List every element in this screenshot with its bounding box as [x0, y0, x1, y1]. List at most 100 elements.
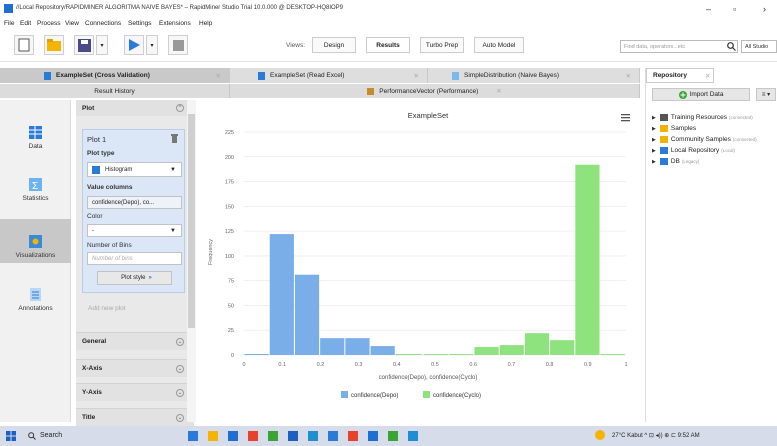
- repository-menu-button[interactable]: ≡ ▾: [756, 88, 776, 101]
- general-section[interactable]: General ⌄: [76, 332, 194, 350]
- menu-connections[interactable]: Connections: [85, 20, 121, 27]
- search-scope-dropdown[interactable]: All Studio: [741, 40, 777, 53]
- repository-item[interactable]: ▶ Community Samples (connected): [652, 136, 757, 143]
- menu-process[interactable]: Process: [37, 20, 60, 27]
- title-section[interactable]: Title ⌄: [76, 408, 194, 426]
- panel-scrollbar[interactable]: [187, 100, 196, 422]
- menu-file[interactable]: File: [4, 20, 14, 27]
- nav-annotations[interactable]: Annotations: [0, 272, 71, 316]
- taskbar-app-icon[interactable]: [228, 431, 238, 441]
- taskbar-app-icon[interactable]: [288, 431, 298, 441]
- histogram-bar[interactable]: [524, 333, 550, 355]
- expand-arrow-icon[interactable]: ▶: [652, 148, 656, 154]
- windows-start-icon[interactable]: [6, 431, 16, 441]
- import-data-button[interactable]: Import Data: [652, 88, 750, 101]
- view-results[interactable]: Results: [366, 37, 410, 53]
- taskbar-app-icon[interactable]: [208, 431, 218, 441]
- tab-simpledistribution[interactable]: SimpleDistribution (Naive Bayes) ✕: [428, 68, 640, 83]
- close-button[interactable]: ›: [763, 4, 766, 14]
- close-tab-icon[interactable]: ✕: [626, 72, 631, 80]
- taskbar-app-icon[interactable]: [308, 431, 318, 441]
- taskbar-app-icon[interactable]: [188, 431, 198, 441]
- expand-arrow-icon[interactable]: ▶: [652, 159, 656, 165]
- view-turbo-prep[interactable]: Turbo Prep: [420, 37, 464, 53]
- new-process-button[interactable]: [14, 35, 34, 55]
- menu-view[interactable]: View: [65, 20, 79, 27]
- nav-data[interactable]: Data: [0, 110, 71, 154]
- histogram-bar[interactable]: [269, 234, 294, 355]
- close-tab-icon[interactable]: ✕: [216, 72, 221, 80]
- menu-help[interactable]: Help: [199, 20, 212, 27]
- plot-section-header[interactable]: Plot ⌃: [76, 100, 194, 116]
- expand-icon[interactable]: ⌄: [176, 337, 184, 346]
- collapse-icon[interactable]: ⌃: [176, 104, 184, 112]
- repository-item[interactable]: ▶ Training Resources (connected): [652, 114, 753, 121]
- run-dropdown[interactable]: ▾: [146, 35, 158, 55]
- menu-edit[interactable]: Edit: [20, 20, 31, 27]
- maximize-button[interactable]: ▫: [733, 4, 736, 14]
- trash-icon[interactable]: [171, 134, 178, 143]
- color-select[interactable]: - ▼: [87, 224, 182, 237]
- histogram-bar[interactable]: [320, 338, 345, 355]
- histogram-bar[interactable]: [600, 354, 625, 355]
- taskbar-app-icon[interactable]: [268, 431, 278, 441]
- expand-icon[interactable]: ⌄: [176, 388, 184, 397]
- view-design[interactable]: Design: [312, 37, 356, 53]
- close-tab-icon[interactable]: ✕: [414, 72, 419, 80]
- expand-icon[interactable]: ⌄: [176, 413, 184, 422]
- repository-item[interactable]: ▶ DB (Legacy): [652, 158, 699, 165]
- histogram-bar[interactable]: [550, 340, 575, 355]
- view-auto-model[interactable]: Auto Model: [474, 37, 524, 53]
- histogram-bar[interactable]: [424, 354, 449, 355]
- nav-statistics[interactable]: Σ Statistics: [0, 162, 71, 206]
- search-icon[interactable]: [28, 432, 36, 440]
- tab-exampleset-read-excel[interactable]: ExampleSet (Read Excel) ✕: [230, 68, 428, 83]
- taskbar-app-icon[interactable]: [368, 431, 378, 441]
- tab-repository[interactable]: Repository ✕: [646, 68, 714, 83]
- menu-extensions[interactable]: Extensions: [159, 20, 191, 27]
- taskbar-app-icon[interactable]: [388, 431, 398, 441]
- minimize-button[interactable]: –: [706, 4, 711, 14]
- nav-visualizations[interactable]: Visualizations: [0, 219, 71, 263]
- repository-item[interactable]: ▶ Samples: [652, 125, 698, 132]
- expand-arrow-icon[interactable]: ▶: [652, 137, 656, 143]
- expand-icon[interactable]: ⌄: [176, 364, 184, 373]
- stop-button[interactable]: [168, 35, 188, 55]
- legend-label-depo[interactable]: confidence(Depo): [351, 393, 398, 399]
- plot-type-select[interactable]: Histogram ▼: [87, 162, 182, 177]
- taskbar-app-icon[interactable]: [348, 431, 358, 441]
- add-new-plot-link[interactable]: Add new plot: [88, 305, 126, 312]
- weather-icon[interactable]: [595, 430, 605, 440]
- histogram-bar[interactable]: [244, 354, 269, 355]
- legend-label-cyclo[interactable]: confidence(Cyclo): [433, 393, 481, 399]
- menu-settings[interactable]: Settings: [128, 20, 152, 27]
- taskbar-app-icon[interactable]: [408, 431, 418, 441]
- global-search-input[interactable]: Find data, operators...etc: [620, 40, 738, 53]
- expand-arrow-icon[interactable]: ▶: [652, 126, 656, 132]
- histogram-bar[interactable]: [575, 164, 600, 355]
- taskbar-app-icon[interactable]: [248, 431, 258, 441]
- close-tab-icon[interactable]: ✕: [496, 87, 501, 95]
- histogram-bar[interactable]: [449, 354, 474, 355]
- expand-arrow-icon[interactable]: ▶: [652, 115, 656, 121]
- taskbar-search[interactable]: Search: [40, 432, 62, 439]
- y-axis-section[interactable]: Y-Axis ⌄: [76, 383, 194, 401]
- plot-style-button[interactable]: Plot style »: [97, 271, 172, 285]
- repository-item[interactable]: ▶ Local Repository (Local): [652, 147, 735, 154]
- tab-exampleset-cross-validation[interactable]: ExampleSet (Cross Validation) ✕: [0, 68, 230, 83]
- bins-input[interactable]: Number of bins: [87, 252, 182, 265]
- hamburger-menu-icon[interactable]: [621, 114, 630, 122]
- close-tab-icon[interactable]: ✕: [705, 72, 710, 80]
- save-button[interactable]: [74, 35, 94, 55]
- histogram-bar[interactable]: [294, 274, 320, 355]
- open-process-button[interactable]: [44, 35, 64, 55]
- save-dropdown[interactable]: ▾: [96, 35, 108, 55]
- histogram-bar[interactable]: [499, 345, 524, 355]
- value-columns-button[interactable]: confidence(Depo), co...: [87, 196, 182, 209]
- system-tray[interactable]: 27°C Kabut ^ ⊡ ◂)) ⊕ ⊏ 9:52 AM: [612, 432, 700, 439]
- histogram-bar[interactable]: [370, 346, 395, 355]
- taskbar-app-icon[interactable]: [328, 431, 338, 441]
- tab-result-history[interactable]: Result History: [0, 84, 230, 98]
- scrollbar-thumb[interactable]: [188, 114, 195, 328]
- x-axis-section[interactable]: X-Axis ⌄: [76, 359, 194, 377]
